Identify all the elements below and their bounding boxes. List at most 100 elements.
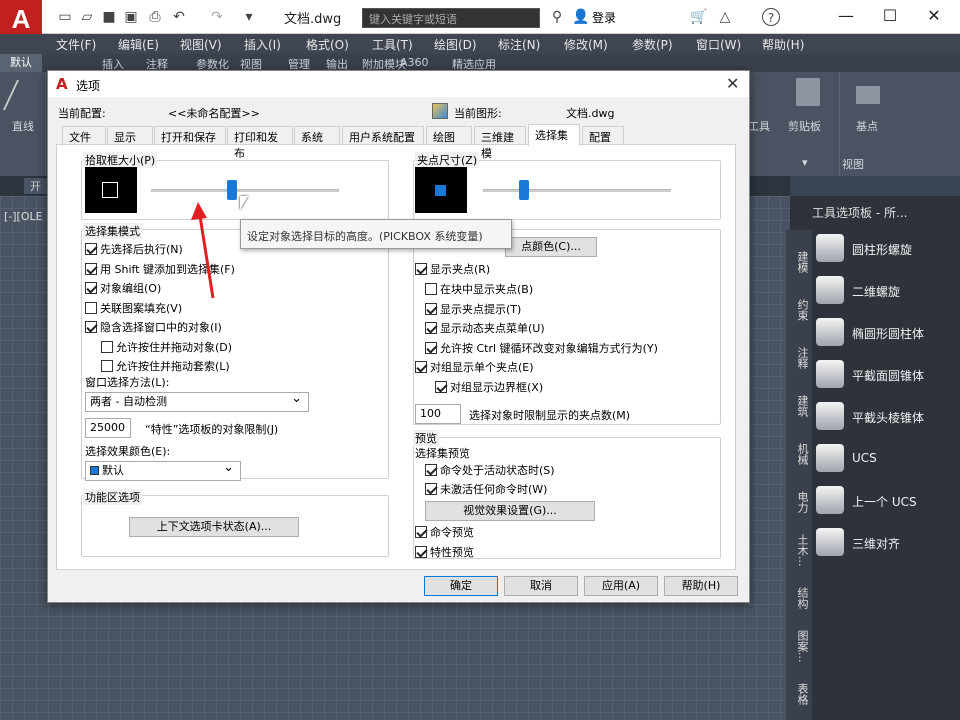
palette-item[interactable]: 二维螺旋 xyxy=(816,274,956,308)
selection-mode-checkbox[interactable]: 关联图案填充(V) xyxy=(85,300,182,316)
start-tab[interactable]: 开 xyxy=(24,178,47,194)
dialog-tab[interactable]: 打开和保存 xyxy=(154,126,226,144)
preview-option-checkbox[interactable]: 未激活任何命令时(W) xyxy=(425,481,547,497)
save-icon[interactable]: ■ xyxy=(100,8,118,26)
menu-item[interactable]: 文件(F) xyxy=(56,36,96,53)
checkbox-box[interactable] xyxy=(425,342,437,354)
checkbox-box[interactable] xyxy=(85,243,97,255)
view-panel-label[interactable]: 视图 xyxy=(842,156,864,172)
menu-item[interactable]: 视图(V) xyxy=(180,36,222,53)
dialog-tab[interactable]: 系统 xyxy=(294,126,340,144)
viewport-controls[interactable]: [-][OLE xyxy=(4,210,43,223)
menu-item[interactable]: 参数(P) xyxy=(632,36,673,53)
ribbon-panel-base[interactable]: 基点 视图 xyxy=(840,72,900,176)
clipboard-expand-icon[interactable]: ▾ xyxy=(802,156,808,169)
new-file-icon[interactable]: ▭ xyxy=(56,8,74,26)
maximize-button[interactable]: ☐ xyxy=(870,4,910,28)
palette-tab[interactable]: 电力 xyxy=(788,480,810,524)
effect-color-select[interactable]: 默认 xyxy=(85,459,241,481)
redo-icon[interactable]: ↷ xyxy=(208,8,226,26)
palette-item[interactable]: UCS xyxy=(816,442,956,476)
app-menu-button[interactable]: A xyxy=(0,0,42,38)
checkbox-box[interactable] xyxy=(85,321,97,333)
ribbon-panel-clipboard[interactable]: 剪贴板 ▾ xyxy=(774,72,840,176)
dialog-close-button[interactable]: ✕ xyxy=(726,74,739,93)
visual-effect-settings-button[interactable]: 视觉效果设置(G)... xyxy=(425,501,595,521)
grip-option-checkbox[interactable]: 对组显示单个夹点(E) xyxy=(415,359,534,375)
binoculars-icon[interactable]: ⚲ xyxy=(548,8,566,26)
undo-icon[interactable]: ↶ xyxy=(170,8,188,26)
selection-mode-checkbox[interactable]: 允许按住并拖动套索(L) xyxy=(101,358,230,374)
dialog-tab[interactable]: 显示 xyxy=(107,126,153,144)
help-button[interactable]: 帮助(H) xyxy=(664,576,738,596)
dialog-tab[interactable]: 选择集 xyxy=(528,124,580,146)
ok-button[interactable]: 确定 xyxy=(424,576,498,596)
cart-icon[interactable]: 🛒 xyxy=(690,8,708,26)
selection-mode-checkbox[interactable]: 隐含选择窗口中的对象(I) xyxy=(85,319,222,335)
grip-option-checkbox[interactable]: 显示夹点(R) xyxy=(415,261,490,277)
selection-mode-checkbox[interactable]: 用 Shift 键添加到选择集(F) xyxy=(85,261,235,277)
checkbox-box[interactable] xyxy=(85,262,97,275)
selection-mode-checkbox[interactable]: 对象编组(O) xyxy=(85,280,161,296)
property-limit-input[interactable]: 25000 xyxy=(85,418,131,438)
save-as-icon[interactable]: ▣ xyxy=(122,8,140,26)
checkbox-box[interactable] xyxy=(425,283,437,295)
palette-item[interactable]: 平截面圆锥体 xyxy=(816,358,956,392)
palette-item[interactable]: 圆柱形螺旋 xyxy=(816,232,956,266)
minimize-button[interactable]: — xyxy=(826,4,866,28)
palette-tab[interactable]: 表格 xyxy=(788,672,810,716)
login-link[interactable]: 登录 xyxy=(592,9,616,26)
palette-tab[interactable]: 机械 xyxy=(788,432,810,476)
palette-tab[interactable]: 结构 xyxy=(788,576,810,620)
menu-item[interactable]: 修改(M) xyxy=(564,36,608,53)
dialog-tab[interactable]: 文件 xyxy=(62,126,106,144)
grip-slider-track[interactable] xyxy=(483,189,671,192)
grip-slider-thumb[interactable] xyxy=(519,180,530,200)
preview-option-checkbox[interactable]: 命令处于活动状态时(S) xyxy=(425,462,555,478)
grip-option-checkbox[interactable]: 在块中显示夹点(B) xyxy=(425,281,533,297)
checkbox-box[interactable] xyxy=(425,322,437,334)
grip-option-checkbox[interactable]: 显示夹点提示(T) xyxy=(425,301,521,317)
grip-limit-input[interactable]: 100 xyxy=(415,404,461,424)
checkbox-box[interactable] xyxy=(415,526,427,538)
grip-option-checkbox[interactable]: 允许按 Ctrl 键循环改变对象编辑方式行为(Y) xyxy=(425,340,658,356)
grip-option-checkbox[interactable]: 对组显示边界框(X) xyxy=(435,379,543,395)
apply-button[interactable]: 应用(A) xyxy=(584,576,658,596)
close-window-button[interactable]: ✕ xyxy=(914,4,954,28)
property-preview-checkbox[interactable]: 特性预览 xyxy=(415,544,474,560)
a360-icon[interactable]: △ xyxy=(716,8,734,26)
window-method-select[interactable]: 两者 - 自动检测 xyxy=(85,390,309,412)
dialog-tab[interactable]: 三维建模 xyxy=(474,126,526,160)
ribbon-tab[interactable]: A360 xyxy=(400,56,429,69)
palette-item[interactable]: 平截头棱锥体 xyxy=(816,400,956,434)
menu-item[interactable]: 工具(T) xyxy=(372,36,413,53)
dialog-tab[interactable]: 打印和发布 xyxy=(227,126,293,160)
palette-item[interactable]: 椭圆形圆柱体 xyxy=(816,316,956,350)
selection-mode-checkbox[interactable]: 允许按住并拖动对象(D) xyxy=(101,339,232,355)
print-icon[interactable]: ⎙ xyxy=(146,8,164,26)
checkbox-box[interactable] xyxy=(101,360,113,372)
search-input[interactable]: 键入关键字或短语 xyxy=(362,8,540,28)
checkbox-box[interactable] xyxy=(425,483,437,495)
checkbox-box[interactable] xyxy=(425,303,437,315)
help-icon[interactable]: ? xyxy=(762,8,780,26)
checkbox-box[interactable] xyxy=(425,464,437,476)
pickbox-slider-thumb[interactable] xyxy=(226,180,237,200)
palette-tab[interactable]: 建模 xyxy=(788,240,810,284)
dialog-tab[interactable]: 配置 xyxy=(582,126,624,144)
command-preview-checkbox[interactable]: 命令预览 xyxy=(415,524,474,540)
checkbox-box[interactable] xyxy=(415,263,427,275)
ribbon-tab-default[interactable]: 默认 xyxy=(0,54,42,72)
palette-tab[interactable]: 约束 xyxy=(788,288,810,332)
checkbox-box[interactable] xyxy=(101,340,113,353)
dialog-tab[interactable]: 用户系统配置 xyxy=(342,126,424,144)
palette-item[interactable]: 三维对齐 xyxy=(816,526,956,560)
menu-item[interactable]: 标注(N) xyxy=(498,36,540,53)
dialog-tab[interactable]: 绘图 xyxy=(426,126,472,144)
grip-color-button[interactable]: 点颜色(C)... xyxy=(505,237,597,257)
menu-item[interactable]: 编辑(E) xyxy=(118,36,159,53)
palette-tab[interactable]: 图案... xyxy=(788,624,810,668)
checkbox-box[interactable] xyxy=(415,361,427,373)
palette-tab[interactable]: 土木... xyxy=(788,528,810,572)
checkbox-box[interactable] xyxy=(85,301,97,314)
